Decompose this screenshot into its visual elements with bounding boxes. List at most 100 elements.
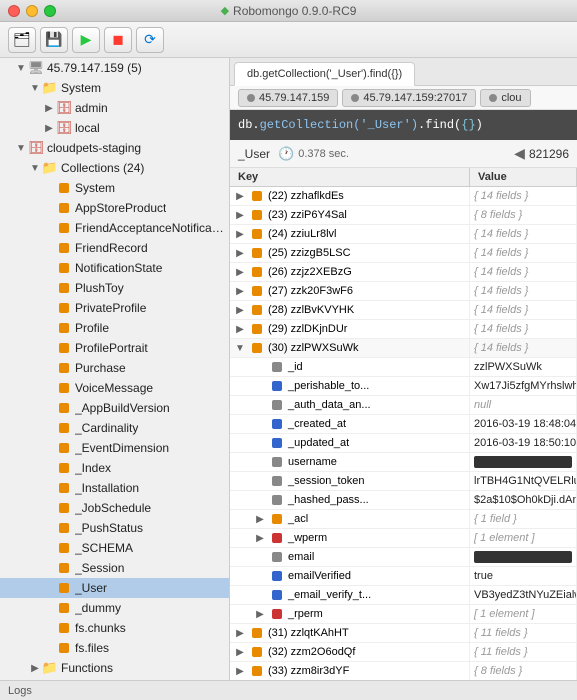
row-29-arrow[interactable]: ▶	[234, 324, 246, 335]
sidebar-item-dummy[interactable]: _dummy	[0, 598, 229, 618]
sidebar-item-cardinality[interactable]: _Cardinality	[0, 418, 229, 438]
row-22-key: ▶ (22) zzhaflkdEs	[230, 187, 470, 205]
row-30-arrow[interactable]: ▼	[234, 343, 246, 354]
row-30-session-value: lrTBH4G1NtQVELRlucQt...	[470, 472, 577, 490]
sidebar-item-plushtoy[interactable]: PlushToy	[0, 278, 229, 298]
query-bar[interactable]: db.getCollection('_User').find({})	[230, 110, 577, 140]
table-row[interactable]: ▶ _rperm [ 1 element ]	[230, 605, 577, 624]
query-tab[interactable]: db.getCollection('_User').find({})	[234, 62, 415, 86]
table-row[interactable]: ▶ (27) zzk20F3wF6 { 14 fields }	[230, 282, 577, 301]
table-row[interactable]: ▶ username	[230, 453, 577, 472]
refresh-button[interactable]: ⟳	[136, 27, 164, 53]
table-row[interactable]: ▶ (28) zzlBvKVYHK { 14 fields }	[230, 301, 577, 320]
nav-left-icon[interactable]: ◀	[514, 145, 525, 162]
table-row[interactable]: ▶ _perishable_to... Xw17Ji5zfgMYrhslwh7C…	[230, 377, 577, 396]
sidebar-item-system-folder[interactable]: ▼ 📁 System	[0, 78, 229, 98]
open-folder-button[interactable]: 🗂	[8, 27, 36, 53]
conn-tab-1[interactable]: 45.79.147.159	[238, 89, 338, 107]
table-row[interactable]: ▶ _updated_at 2016-03-19 18:50:10.171Z	[230, 434, 577, 453]
table-row[interactable]: ▶ email	[230, 548, 577, 567]
sidebar-item-installation[interactable]: _Installation	[0, 478, 229, 498]
maximize-button[interactable]	[44, 5, 56, 17]
sidebar-item-fsfiles[interactable]: fs.files	[0, 638, 229, 658]
conn-tab-2[interactable]: 45.79.147.159:27017	[342, 89, 476, 107]
table-row[interactable]: ▶ (23) zziP6Y4Sal { 8 fields }	[230, 206, 577, 225]
sidebar-item-cloudpets-staging[interactable]: ▼ 🗄 cloudpets-staging	[0, 138, 229, 158]
row-30-updated-value: 2016-03-19 18:50:10.171Z	[470, 434, 577, 452]
sidebar-item-admin[interactable]: ▶ 🗄 admin	[0, 98, 229, 118]
sidebar-item-session[interactable]: _Session	[0, 558, 229, 578]
row-30-acl-arrow[interactable]: ▶	[254, 514, 266, 525]
functions-folder-icon: 📁	[42, 660, 58, 676]
sidebar-item-friendaccept[interactable]: FriendAcceptanceNotificat...	[0, 218, 229, 238]
table-row[interactable]: ▶ _auth_data_an... null	[230, 396, 577, 415]
sidebar-item-appbuildver[interactable]: _AppBuildVersion	[0, 398, 229, 418]
row-26-arrow[interactable]: ▶	[234, 267, 246, 278]
table-row[interactable]: ▶ (26) zzjz2XEBzG { 14 fields }	[230, 263, 577, 282]
table-row[interactable]: ▶ (32) zzm2O6odQf { 11 fields }	[230, 643, 577, 662]
row-33-arrow[interactable]: ▶	[234, 666, 246, 677]
row-32-arrow[interactable]: ▶	[234, 647, 246, 658]
sidebar-item-fschunks[interactable]: fs.chunks	[0, 618, 229, 638]
row-24-arrow[interactable]: ▶	[234, 229, 246, 240]
sidebar-item-profileportrait[interactable]: ProfilePortrait	[0, 338, 229, 358]
table-row[interactable]: ▶ _hashed_pass... $2a$10$Oh0kDji.dAnLw..…	[230, 491, 577, 510]
profile-icon	[56, 320, 72, 336]
sidebar-item-friendrecord[interactable]: FriendRecord	[0, 238, 229, 258]
row-30-email-value	[470, 548, 577, 566]
sidebar-item-voicemessage[interactable]: VoiceMessage	[0, 378, 229, 398]
table-row[interactable]: ▶ (22) zzhaflkdEs { 14 fields }	[230, 187, 577, 206]
row-28-value: { 14 fields }	[470, 301, 577, 319]
sidebar-item-profile[interactable]: Profile	[0, 318, 229, 338]
sidebar-item-index[interactable]: _Index	[0, 458, 229, 478]
sidebar-item-jobschedule[interactable]: _JobSchedule	[0, 498, 229, 518]
sidebar-item-schema[interactable]: _SCHEMA	[0, 538, 229, 558]
row-23-arrow[interactable]: ▶	[234, 210, 246, 221]
results-table[interactable]: ▶ (22) zzhaflkdEs { 14 fields } ▶ (23) z…	[230, 187, 577, 680]
minimize-button[interactable]	[26, 5, 38, 17]
table-row[interactable]: ▶ (25) zzizgB5LSC { 14 fields }	[230, 244, 577, 263]
table-row[interactable]: ▶ (29) zzlDKjnDUr { 14 fields }	[230, 320, 577, 339]
table-row[interactable]: ▶ (31) zzlqtKAhHT { 11 fields }	[230, 624, 577, 643]
sidebar[interactable]: ▼ 🖥 45.79.147.159 (5) ▼ 📁 System ▶ 🗄 adm…	[0, 58, 230, 680]
sidebar-item-appstore[interactable]: AppStoreProduct	[0, 198, 229, 218]
row-30-wperm-arrow[interactable]: ▶	[254, 533, 266, 544]
table-row[interactable]: ▶ _email_verify_t... VB3yedZ3tNYuZEialwz…	[230, 586, 577, 605]
sidebar-item-collections-folder[interactable]: ▼ 📁 Collections (24)	[0, 158, 229, 178]
table-row[interactable]: ▼ (30) zzlPWXSuWk { 14 fields }	[230, 339, 577, 358]
sidebar-item-pushstatus[interactable]: _PushStatus	[0, 518, 229, 538]
table-row[interactable]: ▶ emailVerified true	[230, 567, 577, 586]
table-row[interactable]: ▶ (33) zzm8ir3dYF { 8 fields }	[230, 662, 577, 680]
table-row[interactable]: ▶ _id zzlPWXSuWk	[230, 358, 577, 377]
table-row[interactable]: ▶ _acl { 1 field }	[230, 510, 577, 529]
row-28-arrow[interactable]: ▶	[234, 305, 246, 316]
sidebar-item-privateprofile[interactable]: PrivateProfile	[0, 298, 229, 318]
conn-tab-3[interactable]: clou	[480, 89, 530, 107]
close-button[interactable]	[8, 5, 20, 17]
row-27-arrow[interactable]: ▶	[234, 286, 246, 297]
sidebar-item-user[interactable]: _User	[0, 578, 229, 598]
row-27-icon	[250, 284, 264, 298]
sidebar-item-purchase[interactable]: Purchase	[0, 358, 229, 378]
fsfiles-icon	[56, 640, 72, 656]
installation-label: _Installation	[75, 481, 139, 495]
save-button[interactable]: 💾	[40, 27, 68, 53]
row-22-arrow[interactable]: ▶	[234, 191, 246, 202]
sidebar-item-system-coll[interactable]: System	[0, 178, 229, 198]
row-30-username-key: ▶ username	[230, 453, 470, 471]
sidebar-item-local[interactable]: ▶ 🗄 local	[0, 118, 229, 138]
row-31-arrow[interactable]: ▶	[234, 628, 246, 639]
row-30-rperm-arrow[interactable]: ▶	[254, 609, 266, 620]
sidebar-item-eventdim[interactable]: _EventDimension	[0, 438, 229, 458]
table-row[interactable]: ▶ _wperm [ 1 element ]	[230, 529, 577, 548]
sidebar-item-notifstate[interactable]: NotificationState	[0, 258, 229, 278]
table-row[interactable]: ▶ _session_token lrTBH4G1NtQVELRlucQt...	[230, 472, 577, 491]
row-25-arrow[interactable]: ▶	[234, 248, 246, 259]
play-button[interactable]: ▶	[72, 27, 100, 53]
table-row[interactable]: ▶ _created_at 2016-03-19 18:48:04.84...	[230, 415, 577, 434]
server-item[interactable]: ▼ 🖥 45.79.147.159 (5)	[0, 58, 229, 78]
table-row[interactable]: ▶ (24) zziuLr8lvl { 14 fields }	[230, 225, 577, 244]
stop-button[interactable]: ◼	[104, 27, 132, 53]
sidebar-item-functions[interactable]: ▶ 📁 Functions	[0, 658, 229, 678]
title-bar: ◆ Robomongo 0.9.0-RC9	[0, 0, 577, 22]
